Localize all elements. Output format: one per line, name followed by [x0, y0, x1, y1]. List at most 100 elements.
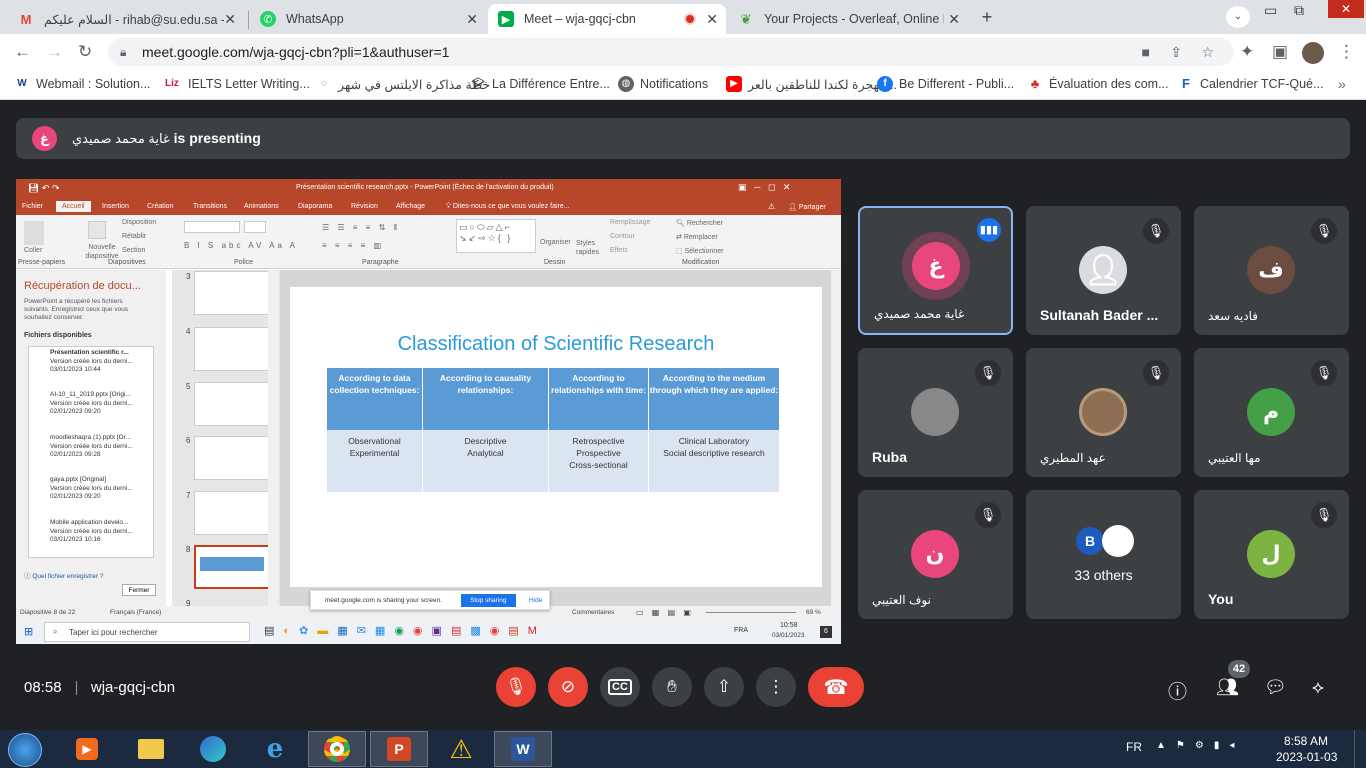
recovered-file[interactable]: moodleshaqra (1).pptx [Or... Version créé… [50, 434, 160, 460]
windows-start-icon[interactable]: ⊞ [24, 625, 33, 638]
close-window-button[interactable]: ✕ [1328, 0, 1364, 18]
bookmark-notifications[interactable]: ◍ Notifications [618, 76, 708, 92]
slide-thumbnail[interactable] [194, 271, 270, 315]
inner-taskbar-apps[interactable]: ▤◐✿▬▦✉▦◉◉▣▤▩◉▤M [264, 624, 546, 637]
bookmark-star-icon[interactable]: ☆ [1201, 38, 1214, 66]
address-bar[interactable]: 🔒︎ meet.google.com/wja-gqcj-cbn?pli=1&au… [108, 38, 1234, 66]
close-tab-icon[interactable]: ✕ [948, 11, 960, 28]
taskbar-chrome[interactable] [308, 731, 366, 767]
align-icons[interactable]: ≡ ≡ ≡ ≡ ▥ [322, 241, 384, 250]
bookmark-ielts[interactable]: Liz IELTS Letter Writing... [162, 76, 310, 92]
participant-tile[interactable]: 🎙︎ م مها العتيبي [1194, 348, 1349, 477]
show-desktop-button[interactable] [1354, 730, 1366, 768]
tell-me[interactable]: 💡︎ Dites-nous ce que vous voulez faire..… [446, 203, 570, 211]
camera-toggle-button[interactable]: ⊘ [548, 667, 588, 707]
quick-styles-button[interactable]: Styles rapides [576, 239, 606, 257]
taskbar-media-player[interactable]: ▶ [58, 731, 116, 767]
close-tab-icon[interactable]: ✕ [466, 11, 478, 28]
menu-icon[interactable]: ⋮ [1338, 42, 1355, 62]
current-slide[interactable]: Classification of Scientific Research Ac… [290, 287, 822, 587]
recovered-file[interactable]: gaya.pptx [Original] Version créée lors d… [50, 476, 160, 502]
paragraph-icons[interactable]: ☰ ☰ ≡ ≡ ⇅ ⫴ [322, 223, 400, 233]
view-buttons[interactable]: ▭ ▦ ▤ ▣ [636, 608, 694, 617]
menu-animations[interactable]: Animations [244, 203, 279, 210]
people-button[interactable]: 👥︎ [1216, 677, 1239, 698]
participant-tile[interactable]: 🎙︎ عهد المطيري [1026, 348, 1181, 477]
others-tile[interactable]: B 33 others [1026, 490, 1181, 619]
mic-toggle-button[interactable]: 🎙︎ [496, 667, 536, 707]
menu-fichier[interactable]: Fichier [22, 203, 43, 210]
tab-search-icon[interactable]: ⌄ [1226, 6, 1250, 28]
section-button[interactable]: Section [122, 247, 145, 254]
raise-hand-button[interactable]: ✋︎ [652, 667, 692, 707]
participant-tile[interactable]: غ ▮▮▮ غاية محمد صميدي [858, 206, 1013, 335]
clock-date[interactable]: 2023-01-03 [1276, 750, 1337, 764]
participant-tile[interactable]: 🎙︎ ن نوف العتيبي [858, 490, 1013, 619]
inner-search-box[interactable]: ⌕ Taper ici pour rechercher [44, 622, 250, 642]
bookmark-calendrier[interactable]: F Calendrier TCF-Qué... [1178, 76, 1323, 92]
stop-sharing-button[interactable]: Stop sharing [461, 594, 516, 607]
close-tab-icon[interactable]: ✕ [706, 11, 718, 28]
forward-icon[interactable]: → [46, 42, 63, 62]
participant-tile[interactable]: 🎙︎ ف فاديه سعد [1194, 206, 1349, 335]
self-tile[interactable]: 🎙︎ ل You [1194, 490, 1349, 619]
more-options-button[interactable]: ⋮ [756, 667, 796, 707]
leave-call-button[interactable]: ☎︎ [808, 667, 864, 707]
font-format-icons[interactable]: B I S abc AV Aa A [184, 241, 298, 250]
find-button[interactable]: 🔍︎ Rechercher [676, 219, 723, 227]
slide-thumbnail[interactable] [194, 436, 270, 480]
meeting-details-button[interactable]: ⓘ [1168, 677, 1187, 704]
menu-transitions[interactable]: Transitions [193, 203, 227, 210]
taskbar-edge[interactable] [184, 731, 242, 767]
extensions-icon[interactable]: ✦ [1240, 42, 1254, 62]
arrange-button[interactable]: Organiser [540, 239, 571, 246]
font-name-field[interactable] [184, 221, 240, 233]
zoom-slider[interactable] [706, 612, 796, 613]
menu-creation[interactable]: Création [147, 203, 173, 210]
tab-whatsapp[interactable]: ✆ WhatsApp ✕ [250, 4, 486, 34]
ppt-window-controls[interactable]: ▣ ─ ◻ ✕ [738, 182, 790, 193]
comments-button[interactable]: Commentaires [572, 609, 614, 616]
taskbar-warning-app[interactable]: ⚠ [432, 731, 490, 767]
tab-overleaf[interactable]: ❦ Your Projects - Overleaf, Online L ✕ [728, 4, 968, 34]
new-tab-button[interactable]: + [976, 6, 998, 28]
save-icon[interactable]: 💾︎ ↶ ↷ [28, 183, 60, 194]
slide-thumbnail-selected[interactable] [194, 545, 270, 589]
close-tab-icon[interactable]: ✕ [224, 11, 236, 28]
menu-insertion[interactable]: Insertion [102, 203, 129, 210]
hide-button[interactable]: Hide [529, 597, 542, 604]
participant-tile[interactable]: 🎙︎ 👤︎ Sultanah Bader ... [1026, 206, 1181, 335]
taskbar-word[interactable]: W [494, 731, 552, 767]
notification-badge[interactable]: 6 [820, 626, 832, 638]
menu-accueil[interactable]: Accueil [56, 201, 91, 212]
menu-diaporama[interactable]: Diaporama [298, 203, 332, 210]
reset-button[interactable]: Rétablir [122, 233, 146, 240]
tab-gmail[interactable]: M السلام عليكم - rihab@su.edu.sa - جامعة… [8, 4, 244, 34]
new-slide-icon[interactable] [88, 221, 106, 239]
minimize-icon[interactable]: ▭ [1264, 2, 1277, 19]
replace-button[interactable]: ⇄ Remplacer [676, 233, 718, 241]
restore-icon[interactable]: ⧉ [1294, 2, 1304, 19]
recovered-file[interactable]: Présentation scientific r... Version créé… [50, 349, 160, 375]
slide-thumbnail[interactable] [194, 382, 270, 426]
close-recovery-button[interactable]: Fermer [122, 584, 156, 596]
profile-avatar[interactable] [1302, 42, 1324, 64]
font-size-field[interactable] [244, 221, 266, 233]
taskbar-ie[interactable]: e [246, 731, 304, 767]
which-file-link[interactable]: ⓘ Quel fichier enregistrer ? [24, 570, 103, 580]
menu-revision[interactable]: Révision [351, 203, 378, 210]
bookmark-ielts-plan[interactable]: ◌ خطة مذاكرة الايلتس في شهر [316, 76, 490, 92]
language-indicator[interactable]: FR [1126, 740, 1142, 754]
paste-icon[interactable] [24, 221, 44, 245]
bookmark-evaluation[interactable]: ♣ Évaluation des com... [1027, 76, 1169, 92]
participant-tile[interactable]: 🎙︎ Ruba [858, 348, 1013, 477]
system-tray-icons[interactable]: ▲⚑⚙▮◂ [1156, 740, 1244, 751]
shapes-gallery[interactable]: ▭○⬭▱△⌐ ↘↙⇨☆{ } [456, 219, 536, 253]
captions-button[interactable]: CC [600, 667, 640, 707]
more-bookmarks-icon[interactable]: » [1338, 76, 1346, 92]
slide-thumbnail[interactable] [194, 327, 270, 371]
thumbnail-scrollbar[interactable] [268, 270, 278, 606]
back-icon[interactable]: ← [14, 42, 31, 62]
slide-scrollbar[interactable] [831, 270, 841, 606]
clock-time[interactable]: 8:58 AM [1284, 734, 1328, 748]
